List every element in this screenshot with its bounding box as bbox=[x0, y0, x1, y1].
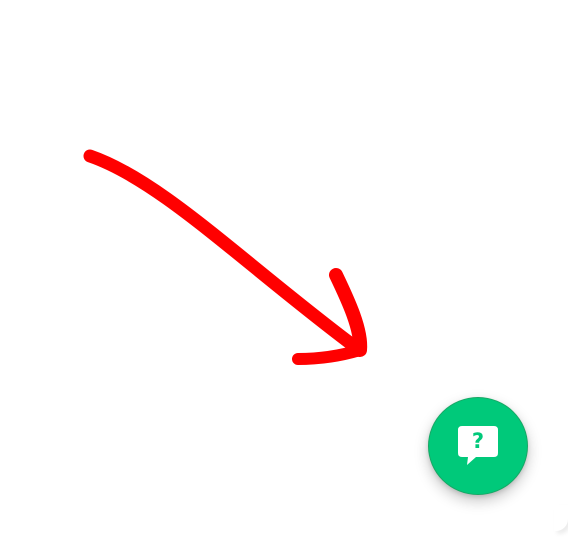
chat-question-icon: ? bbox=[456, 424, 500, 468]
help-chat-button[interactable]: ? bbox=[428, 397, 528, 495]
panel-corner bbox=[554, 505, 568, 531]
help-question-mark: ? bbox=[471, 429, 485, 453]
page-canvas: ? bbox=[0, 0, 568, 537]
